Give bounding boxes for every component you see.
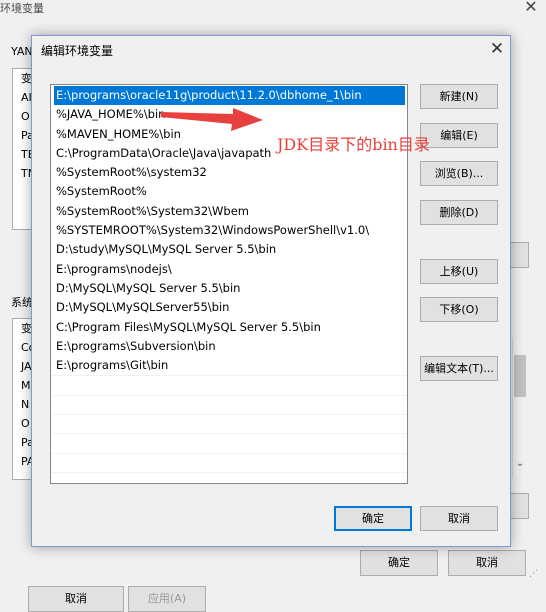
delete-button[interactable]: 删除(D) — [420, 200, 498, 225]
resize-grip-icon[interactable]: ⋰ — [529, 569, 538, 579]
variable-name-fragment[interactable]: TE — [13, 145, 35, 164]
system-list-scroll-thumb[interactable] — [514, 355, 526, 397]
variable-name-fragment[interactable]: JA — [13, 357, 33, 376]
edit-button[interactable]: 编辑(E) — [420, 123, 498, 148]
path-item[interactable]: E:\programs\Subversion\bin — [51, 337, 407, 356]
empty-path-slot[interactable] — [51, 414, 407, 433]
variable-name-fragment[interactable]: M — [13, 376, 33, 395]
background-ok-button[interactable]: 确定 — [360, 550, 438, 576]
system-list-header: 变 — [21, 322, 32, 335]
path-item[interactable]: %SystemRoot%\System32\Wbem — [51, 202, 407, 221]
background-cancel-button[interactable]: 取消 — [448, 550, 526, 576]
user-variables-list[interactable]: 变 AI O Pa TE TN — [12, 68, 36, 230]
background-window-title: 环境变量 — [0, 2, 44, 15]
empty-path-slot[interactable] — [51, 394, 407, 414]
path-item[interactable]: C:\Program Files\MySQL\MySQL Server 5.5\… — [51, 318, 407, 337]
edit-environment-variable-dialog: 编辑环境变量 ✕ E:\programs\oracle11g\product\1… — [31, 35, 538, 579]
background-button-fragment — [511, 242, 529, 268]
background-apply-button[interactable]: 应用(A) — [128, 586, 206, 612]
path-item[interactable]: E:\programs\Git\bin — [51, 356, 407, 375]
annotation-text: JDK目录下的bin目录 — [277, 135, 430, 154]
variable-name-fragment[interactable]: AI — [13, 88, 33, 107]
path-item[interactable]: %SystemRoot%\system32 — [51, 163, 407, 182]
variable-name-fragment[interactable]: Pa — [13, 433, 34, 452]
empty-path-slot[interactable] — [51, 375, 407, 394]
path-item[interactable]: %SystemRoot% — [51, 182, 407, 201]
path-item[interactable]: D:\MySQL\MySQL Server 5.5\bin — [51, 279, 407, 298]
path-item[interactable]: D:\MySQL\MySQLServer55\bin — [51, 298, 407, 317]
scroll-down-icon[interactable]: ⌄ — [512, 458, 528, 476]
variable-name-fragment[interactable]: Co — [13, 338, 35, 357]
user-variables-label: YAN — [11, 45, 33, 58]
empty-path-slot[interactable] — [51, 471, 407, 483]
system-variables-label: 系统 — [11, 296, 33, 309]
new-button[interactable]: 新建(N) — [420, 84, 498, 109]
move-up-button[interactable]: 上移(U) — [420, 259, 498, 284]
variable-name-fragment[interactable]: O — [13, 414, 33, 433]
cancel-button[interactable]: 取消 — [420, 506, 498, 531]
path-item[interactable]: E:\programs\nodejs\ — [51, 260, 407, 279]
edit-text-button[interactable]: 编辑文本(T)... — [420, 356, 498, 381]
dialog-title: 编辑环境变量 — [41, 44, 114, 58]
background-button-fragment-2 — [511, 493, 529, 519]
system-variables-list[interactable]: 变 Co JA M N O Pa PA — [12, 318, 35, 480]
path-item[interactable]: D:\study\MySQL\MySQL Server 5.5\bin — [51, 240, 407, 259]
variable-name-fragment[interactable]: O — [13, 107, 33, 126]
background-cancel-button-bottom[interactable]: 取消 — [28, 586, 124, 612]
ok-button[interactable]: 确定 — [334, 506, 412, 531]
empty-path-slot[interactable] — [51, 433, 407, 452]
annotation-arrow-icon — [161, 108, 263, 131]
path-item[interactable]: %SYSTEMROOT%\System32\WindowsPowerShell\… — [51, 221, 407, 240]
background-close-icon[interactable]: ✕ — [521, 0, 541, 17]
move-down-button[interactable]: 下移(O) — [420, 297, 498, 322]
variable-name-fragment[interactable]: N — [13, 395, 33, 414]
variable-name-fragment[interactable]: PA — [13, 452, 34, 471]
close-icon[interactable]: ✕ — [486, 38, 508, 60]
variable-name-fragment[interactable]: TN — [13, 164, 36, 183]
empty-path-slot[interactable] — [51, 452, 407, 472]
variable-name-fragment[interactable]: Pa — [13, 126, 34, 145]
user-list-header: 变 — [21, 72, 32, 85]
browse-button[interactable]: 浏览(B)... — [420, 161, 498, 186]
path-item[interactable]: E:\programs\oracle11g\product\11.2.0\dbh… — [54, 86, 405, 106]
